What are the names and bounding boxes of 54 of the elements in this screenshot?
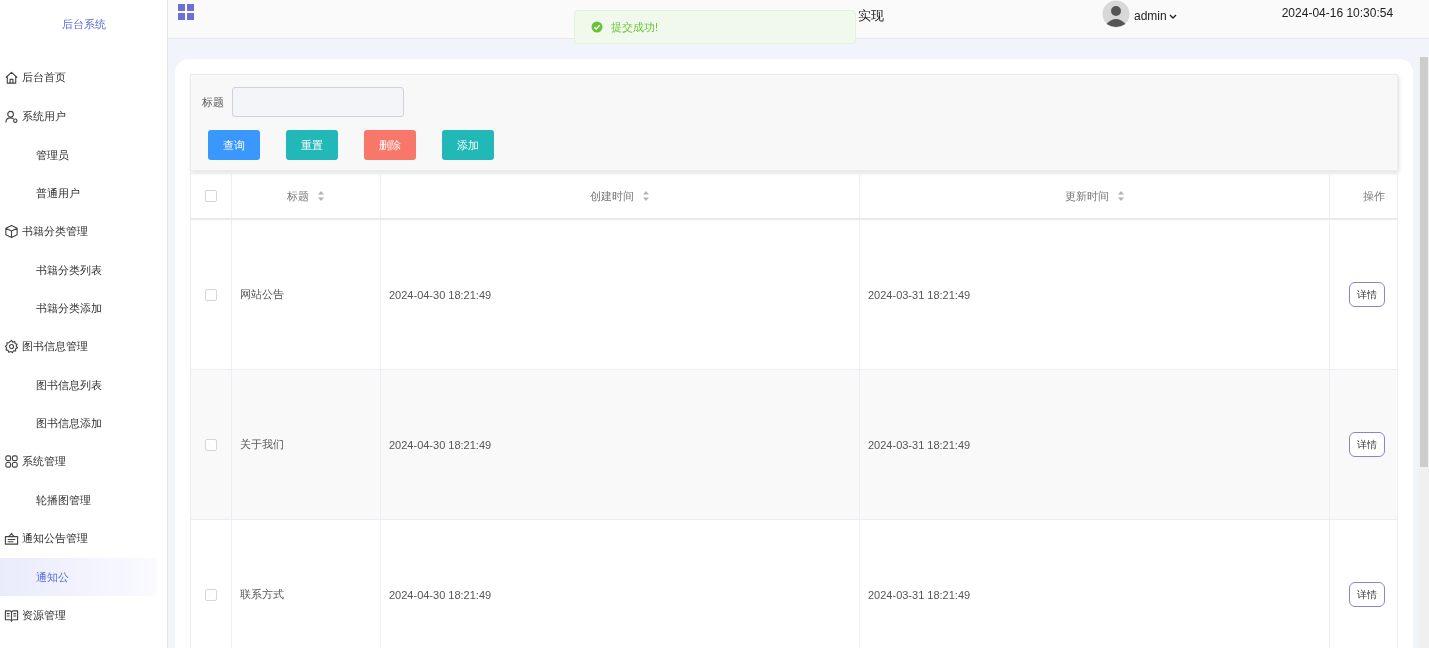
column-header[interactable]: 操作: [1363, 188, 1385, 204]
scrollbar-thumb[interactable]: [1420, 57, 1428, 467]
column-header[interactable]: 更新时间: [1064, 188, 1109, 204]
details-button[interactable]: 详情: [1349, 582, 1385, 607]
grid-icon: [4, 454, 19, 469]
home-icon: [4, 70, 19, 85]
submenu-item[interactable]: 图书信息列表: [0, 366, 167, 404]
submenu-item[interactable]: 书籍分类列表: [0, 251, 167, 289]
table-cell: 网站公告: [240, 287, 284, 302]
column-header[interactable]: 标题: [287, 188, 309, 204]
table-cell: 2024-04-30 18:21:49: [389, 438, 492, 451]
menu-item[interactable]: 资源管理: [0, 596, 167, 635]
table-cell: 2024-03-31 18:21:49: [868, 288, 971, 301]
submenu-item[interactable]: 普通用户: [0, 174, 167, 212]
submenu-item[interactable]: 图书信息添加: [0, 404, 167, 442]
book-icon: [4, 608, 19, 623]
gear-icon: [4, 339, 19, 354]
table-cell: 关于我们: [240, 437, 284, 452]
details-button[interactable]: 详情: [1349, 282, 1385, 307]
menu-item[interactable]: 系统用户: [0, 97, 167, 136]
menu-item[interactable]: 后台首页: [0, 58, 167, 97]
page-title: 实现: [858, 7, 884, 25]
checkbox[interactable]: [205, 190, 217, 202]
toast-message: 提交成功!: [611, 19, 659, 35]
cube-icon: [4, 224, 19, 239]
details-button[interactable]: 详情: [1349, 432, 1385, 457]
user-icon: [4, 109, 19, 124]
scrollbar[interactable]: [1419, 57, 1429, 648]
checkbox[interactable]: [205, 588, 217, 601]
check-circle-icon: [591, 21, 603, 33]
submenu-item[interactable]: 管理员: [0, 136, 167, 174]
table-cell: 联系方式: [240, 587, 284, 602]
app-title: 后台系统: [60, 17, 107, 32]
submenu-item[interactable]: 轮播图管理: [0, 481, 167, 519]
field-label: 标题: [202, 94, 224, 110]
table-cell: 2024-04-30 18:21:49: [389, 588, 492, 601]
date-time: 2024-04-16 10:30:54: [1281, 6, 1394, 20]
table-cell: 2024-04-30 18:21:49: [389, 288, 492, 301]
user-menu[interactable]: admin: [1134, 9, 1178, 23]
table-cell: 2024-03-31 18:21:49: [868, 588, 971, 601]
grid-menu-icon[interactable]: [178, 4, 194, 20]
signboard-icon: [4, 531, 19, 546]
submenu-item[interactable]: 通知公: [0, 558, 157, 596]
avatar: [1102, 0, 1130, 28]
submenu-item[interactable]: 书籍分类添加: [0, 289, 167, 327]
checkbox[interactable]: [205, 438, 217, 451]
menu-item[interactable]: 系统管理: [0, 442, 167, 481]
menu-item[interactable]: 书籍分类管理: [0, 212, 167, 251]
title-input[interactable]: [232, 87, 404, 117]
menu-item[interactable]: 图书信息管理: [0, 327, 167, 366]
table-cell: 2024-03-31 18:21:49: [868, 438, 971, 451]
menu-item[interactable]: 通知公告管理: [0, 519, 167, 558]
checkbox[interactable]: [205, 288, 217, 301]
column-header[interactable]: 创建时间: [590, 188, 634, 204]
